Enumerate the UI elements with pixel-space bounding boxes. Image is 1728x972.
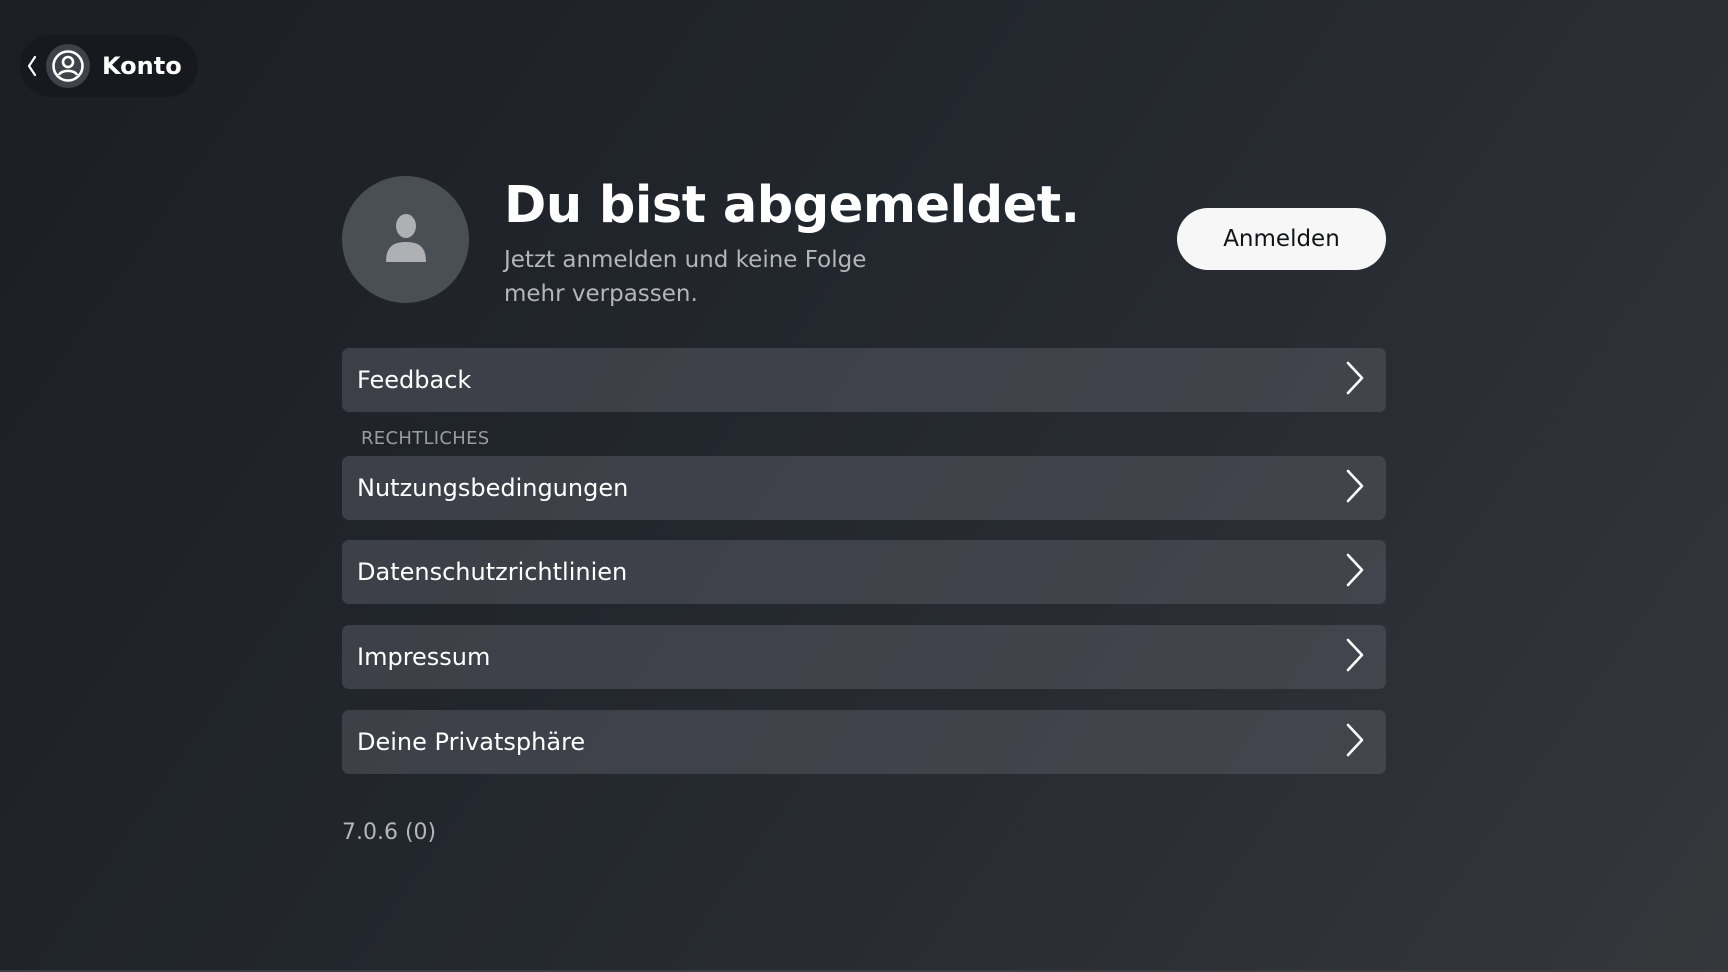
nav-title: Konto — [102, 52, 182, 80]
chevron-right-icon — [1344, 468, 1366, 508]
profile-avatar — [342, 176, 469, 303]
user-circle-icon — [46, 44, 90, 88]
menu-item-imprint[interactable]: Impressum — [342, 625, 1386, 689]
menu-item-privacy-policy[interactable]: Datenschutzrichtlinien — [342, 540, 1386, 604]
back-chevron-icon[interactable] — [24, 55, 40, 77]
menu-item-terms[interactable]: Nutzungsbedingungen — [342, 456, 1386, 520]
menu-item-label: Feedback — [357, 366, 472, 394]
menu-item-label: Datenschutzrichtlinien — [357, 558, 628, 586]
menu-item-label: Nutzungsbedingungen — [357, 474, 629, 502]
chevron-right-icon — [1344, 552, 1366, 592]
chevron-right-icon — [1344, 637, 1366, 677]
menu-item-your-privacy[interactable]: Deine Privatsphäre — [342, 710, 1386, 774]
sign-in-button[interactable]: Anmelden — [1177, 208, 1386, 270]
menu-item-feedback[interactable]: Feedback — [342, 348, 1386, 412]
chevron-right-icon — [1344, 722, 1366, 762]
section-label-legal: RECHTLICHES — [361, 428, 490, 449]
user-silhouette-icon — [384, 212, 428, 268]
account-nav[interactable]: Konto — [20, 35, 198, 97]
app-version: 7.0.6 (0) — [342, 820, 437, 845]
page-title: Du bist abgemeldet. — [504, 176, 1080, 235]
menu-item-label: Impressum — [357, 643, 491, 671]
chevron-right-icon — [1344, 360, 1366, 400]
page-subtitle: Jetzt anmelden und keine Folge mehr verp… — [504, 247, 867, 307]
menu-item-label: Deine Privatsphäre — [357, 728, 586, 756]
